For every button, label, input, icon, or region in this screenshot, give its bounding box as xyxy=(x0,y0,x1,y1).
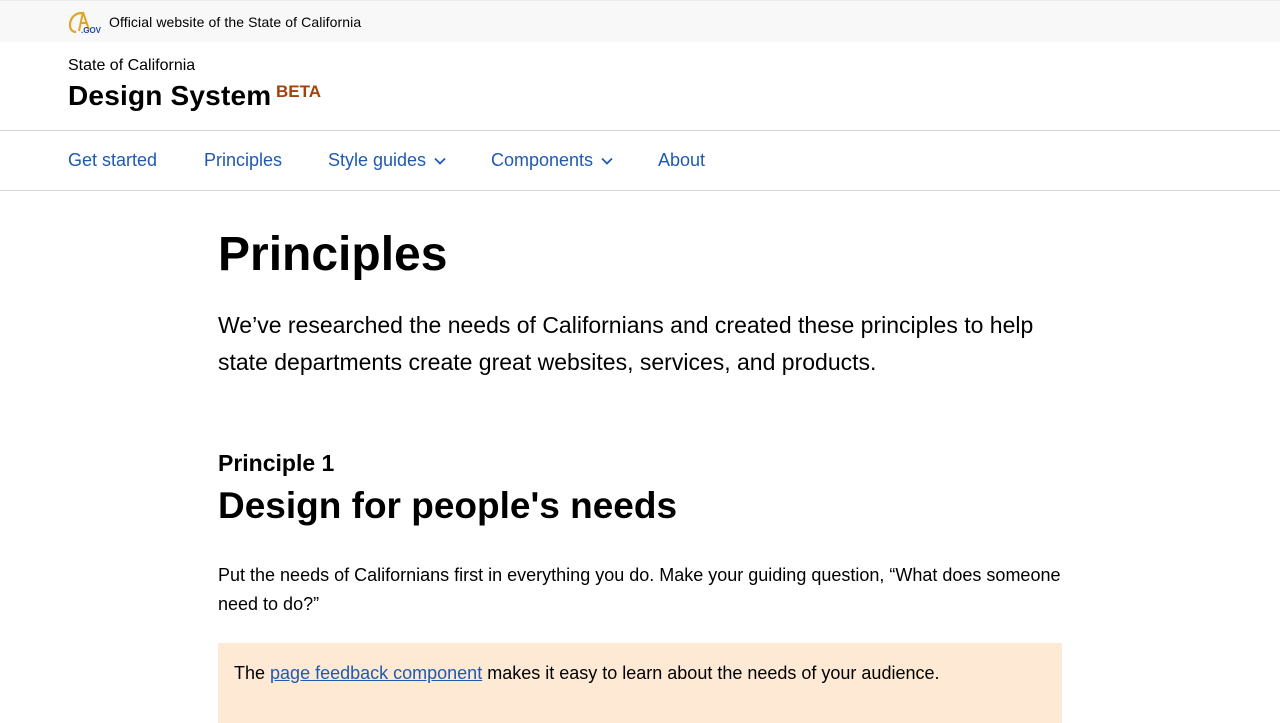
callout-box: The page feedback component makes it eas… xyxy=(218,643,1062,723)
svg-text:.GOV: .GOV xyxy=(81,26,102,35)
ca-gov-logo[interactable]: .GOV xyxy=(68,9,102,35)
chevron-down-icon xyxy=(601,157,613,165)
beta-badge: BETA xyxy=(276,82,322,101)
principle-kicker: Principle 1 xyxy=(218,450,335,476)
chevron-down-icon xyxy=(434,157,446,165)
main-nav: Get started Principles Style guides Comp… xyxy=(0,131,1280,191)
nav-item-label: Get started xyxy=(68,150,158,170)
site-title[interactable]: Design System xyxy=(68,80,271,112)
principle-body: Put the needs of Californians first in e… xyxy=(218,565,1061,614)
nav-item-label: About xyxy=(658,150,706,170)
nav-item-principles[interactable]: Principles xyxy=(204,150,282,171)
nav-item-components[interactable]: Components xyxy=(491,150,613,171)
nav-item-label: Components xyxy=(491,150,594,170)
nav-item-style-guides[interactable]: Style guides xyxy=(328,150,446,171)
site-org: State of California xyxy=(68,57,196,74)
principle-title: Design for people's needs xyxy=(218,485,678,526)
official-bar: .GOV Official website of the State of Ca… xyxy=(0,0,1280,42)
page-feedback-link[interactable]: page feedback component xyxy=(270,663,482,683)
site-header: State of California Design System BETA xyxy=(0,42,1280,131)
lead-paragraph: We’ve researched the needs of California… xyxy=(218,312,1034,375)
nav-item-label: Principles xyxy=(204,150,283,170)
nav-item-about[interactable]: About xyxy=(658,150,705,171)
callout-text-before: The xyxy=(234,663,271,683)
nav-item-label: Style guides xyxy=(328,150,427,170)
nav-item-get-started[interactable]: Get started xyxy=(68,150,157,171)
page-title: Principles xyxy=(218,228,448,281)
official-website-text: Official website of the State of Califor… xyxy=(109,14,362,30)
callout-text-after: makes it easy to learn about the needs o… xyxy=(482,663,940,683)
